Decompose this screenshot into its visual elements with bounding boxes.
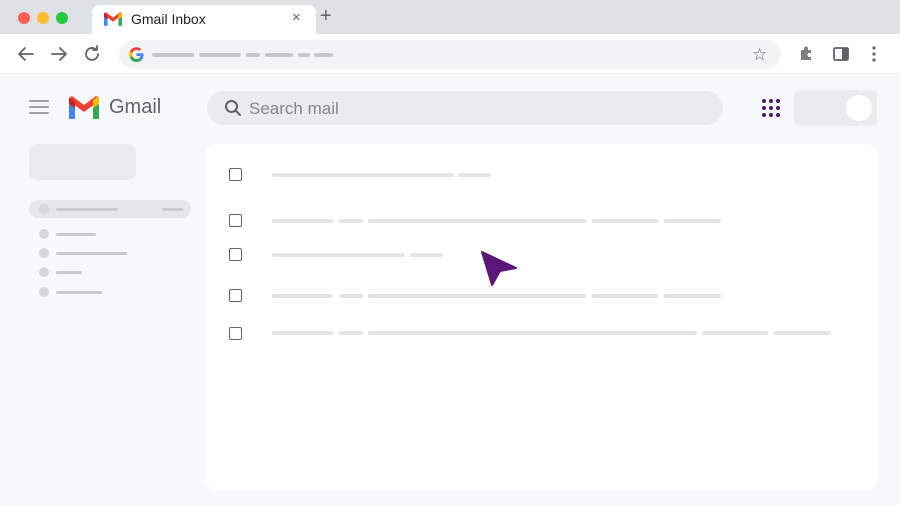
search-icon[interactable] bbox=[224, 99, 242, 117]
close-icon[interactable]: × bbox=[292, 9, 301, 26]
google-g-icon bbox=[129, 47, 144, 62]
sidebar-item-label bbox=[56, 208, 118, 211]
sidebar-item-icon bbox=[39, 287, 49, 297]
toolbar-placeholder-bar bbox=[458, 173, 491, 177]
row-placeholder-bar bbox=[664, 219, 721, 223]
gmail-logo-icon bbox=[104, 12, 122, 26]
row-checkbox[interactable] bbox=[229, 327, 242, 340]
url-placeholder-bar bbox=[265, 53, 293, 57]
row-placeholder-bar bbox=[368, 219, 586, 223]
row-placeholder-bar bbox=[339, 331, 363, 335]
row-placeholder-bar bbox=[368, 331, 697, 335]
message-list bbox=[206, 144, 877, 490]
row-placeholder-bar bbox=[664, 294, 721, 298]
reload-icon[interactable] bbox=[81, 43, 103, 65]
sidebar-item-count bbox=[162, 208, 183, 211]
sidebar-item[interactable] bbox=[29, 263, 169, 281]
browser-tab-bar: Gmail Inbox × + bbox=[0, 0, 900, 34]
sidebar-item[interactable] bbox=[29, 225, 169, 243]
extensions-icon[interactable] bbox=[797, 44, 817, 64]
back-arrow-icon[interactable] bbox=[15, 43, 37, 65]
row-placeholder-bar bbox=[368, 294, 586, 298]
cursor-icon bbox=[481, 251, 517, 286]
select-all-checkbox[interactable] bbox=[229, 168, 242, 181]
new-tab-button[interactable]: + bbox=[320, 6, 332, 26]
gmail-wordmark: Gmail bbox=[109, 96, 162, 118]
row-placeholder-bar bbox=[339, 294, 363, 298]
sidebar-item-inbox[interactable] bbox=[29, 200, 191, 218]
row-placeholder-bar bbox=[272, 331, 333, 335]
browser-tab[interactable]: Gmail Inbox × bbox=[92, 5, 316, 34]
row-placeholder-bar bbox=[272, 219, 333, 223]
url-placeholder-bar bbox=[314, 53, 333, 57]
window-minimize-button[interactable] bbox=[37, 12, 49, 24]
row-checkbox[interactable] bbox=[229, 248, 242, 261]
account-switcher[interactable] bbox=[794, 90, 877, 126]
gmail-page: Gmail Search mail bbox=[0, 75, 900, 505]
compose-button[interactable] bbox=[29, 144, 136, 180]
sidebar-item[interactable] bbox=[29, 244, 169, 262]
browser-toolbar: ☆ bbox=[0, 34, 900, 74]
sidebar-item-label bbox=[56, 291, 102, 294]
row-placeholder-bar bbox=[592, 294, 658, 298]
row-placeholder-bar bbox=[339, 219, 363, 223]
apps-grid-icon[interactable] bbox=[762, 99, 782, 119]
url-placeholder-bar bbox=[199, 53, 241, 57]
sidebar-item-icon bbox=[39, 248, 49, 258]
sidebar-item[interactable] bbox=[29, 283, 169, 301]
menu-icon[interactable] bbox=[29, 100, 49, 115]
url-placeholder-bar bbox=[298, 53, 310, 57]
row-placeholder-bar bbox=[272, 253, 405, 257]
url-placeholder-bar bbox=[152, 53, 194, 57]
row-checkbox[interactable] bbox=[229, 214, 242, 227]
row-placeholder-bar bbox=[774, 331, 831, 335]
row-placeholder-bar bbox=[272, 294, 333, 298]
row-placeholder-bar bbox=[592, 219, 658, 223]
window-zoom-button[interactable] bbox=[56, 12, 68, 24]
sidebar-item-icon bbox=[39, 204, 49, 214]
row-checkbox[interactable] bbox=[229, 289, 242, 302]
toolbar-placeholder-bar bbox=[272, 173, 454, 177]
sidebar-item-label bbox=[56, 233, 96, 236]
row-placeholder-bar bbox=[702, 331, 768, 335]
sidebar-item-icon bbox=[39, 229, 49, 239]
sidebar-item-icon bbox=[39, 267, 49, 277]
gmail-logo-icon bbox=[69, 96, 99, 119]
search-bar[interactable]: Search mail bbox=[207, 91, 723, 125]
star-icon[interactable]: ☆ bbox=[752, 45, 767, 65]
avatar[interactable] bbox=[846, 95, 872, 121]
side-panel-icon[interactable] bbox=[831, 44, 851, 64]
row-placeholder-bar bbox=[410, 253, 443, 257]
forward-arrow-icon[interactable] bbox=[48, 43, 70, 65]
tab-title: Gmail Inbox bbox=[131, 11, 206, 27]
sidebar-item-label bbox=[56, 252, 127, 255]
more-vert-icon[interactable] bbox=[864, 44, 884, 64]
address-bar[interactable]: ☆ bbox=[119, 40, 781, 69]
sidebar-item-label bbox=[56, 271, 82, 274]
window-close-button[interactable] bbox=[18, 12, 30, 24]
search-input[interactable]: Search mail bbox=[249, 99, 339, 119]
url-placeholder-bar bbox=[246, 53, 260, 57]
